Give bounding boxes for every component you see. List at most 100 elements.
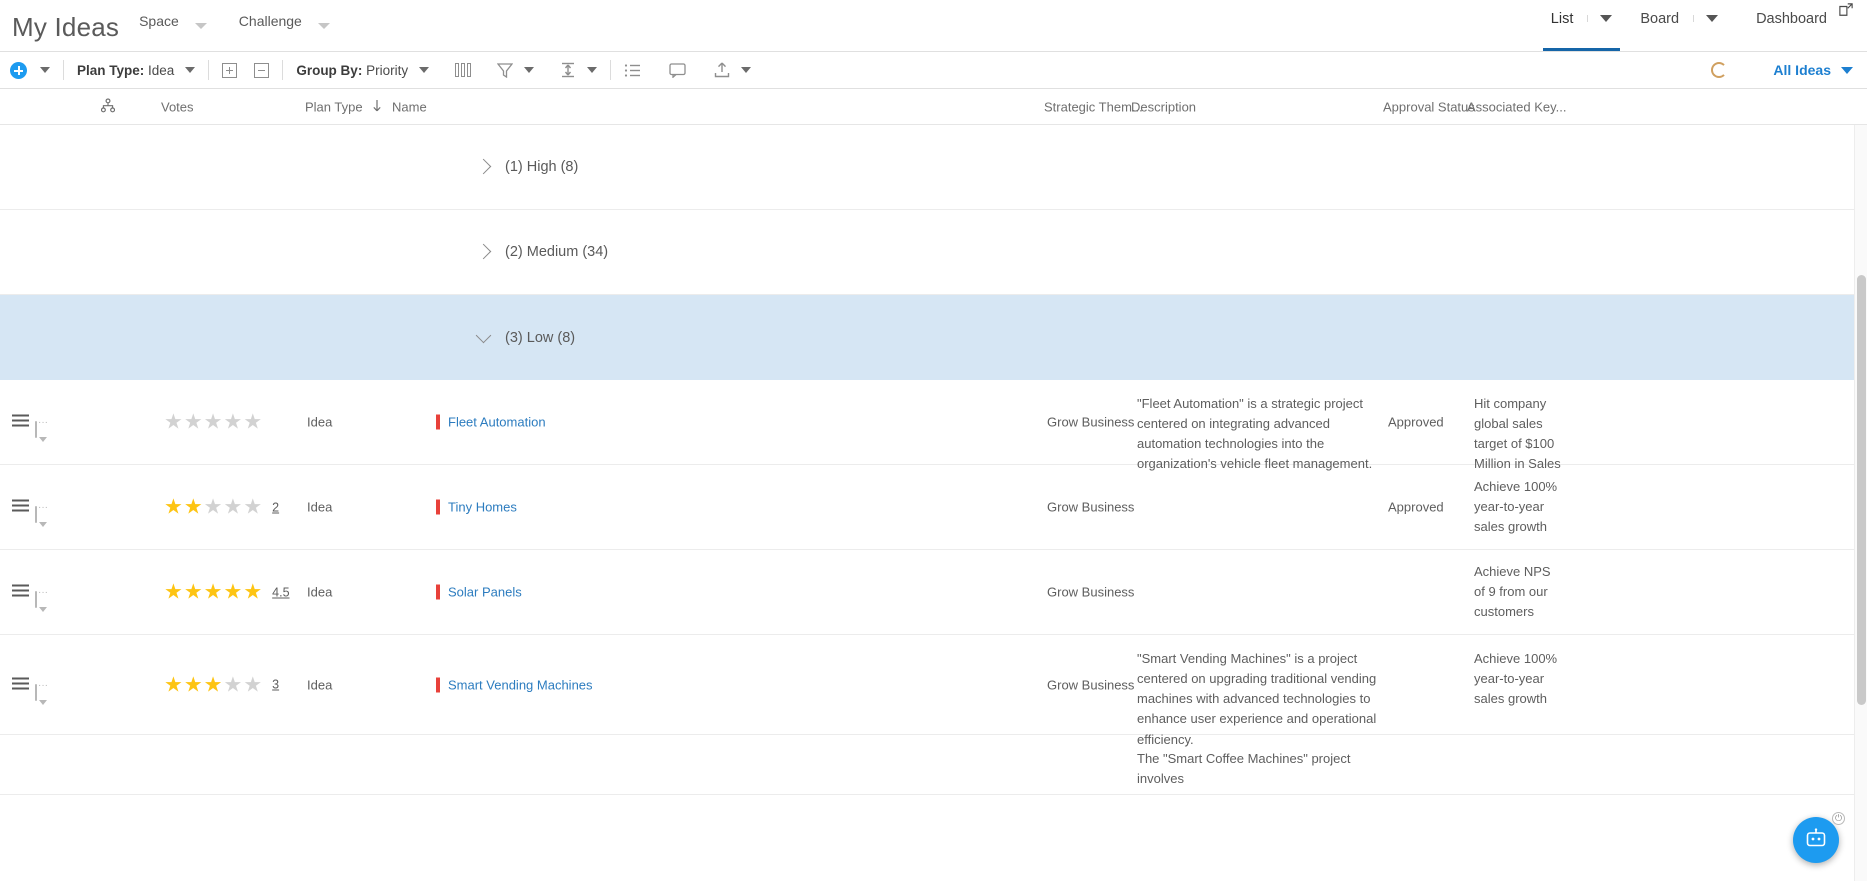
toolbar-divider: [208, 60, 210, 80]
column-header-approval-status[interactable]: Approval Status: [1383, 99, 1475, 114]
hierarchy-icon[interactable]: [100, 97, 116, 115]
numbered-list-button[interactable]: [624, 63, 641, 78]
cell-key-result: Hit company global sales target of $100 …: [1474, 396, 1561, 472]
view-filter-label: All Ideas: [1773, 62, 1831, 78]
rating-value[interactable]: 2: [272, 500, 279, 514]
hamburger-menu-icon[interactable]: [12, 584, 29, 600]
star-icon: ★: [203, 673, 223, 696]
grid-body: (1) High (8) (2) Medium (34) (3) Low (8)…: [0, 125, 1867, 881]
row-height-button[interactable]: [560, 62, 598, 78]
expand-all-button[interactable]: [222, 62, 238, 78]
table-row[interactable]: ★ ★ ★ ★ ★ 3 Idea Smart Vending Machines …: [0, 635, 1867, 747]
breadcrumb: Space Challenge: [139, 13, 330, 51]
cell-strategic-theme: Grow Business: [1047, 414, 1135, 430]
export-button[interactable]: [714, 62, 752, 78]
add-dropdown-button[interactable]: [40, 67, 50, 73]
plan-type-value: Idea: [148, 62, 175, 78]
chevron-down-icon[interactable]: [194, 23, 207, 29]
hamburger-menu-icon[interactable]: [12, 677, 29, 692]
tab-board-dropdown[interactable]: [1693, 15, 1732, 22]
chevron-right-icon: [475, 158, 492, 175]
refresh-spinner-icon[interactable]: [1711, 62, 1727, 78]
add-button[interactable]: [10, 61, 27, 79]
star-icon: ★: [183, 580, 203, 604]
assistant-chat-button[interactable]: [1793, 817, 1839, 863]
cell-key-result: Achieve NPS of 9 from our customers: [1474, 563, 1551, 620]
cell-name-label: Tiny Homes: [448, 499, 517, 515]
cell-strategic-theme: Grow Business: [1047, 499, 1135, 515]
comment-icon[interactable]: [35, 683, 37, 701]
sort-desc-arrow-icon[interactable]: [371, 99, 383, 115]
vertical-scrollbar-thumb[interactable]: [1857, 275, 1866, 705]
filter-icon: [497, 62, 514, 78]
chevron-down-icon: [419, 67, 430, 73]
comment-icon[interactable]: [35, 421, 37, 438]
view-filter-button[interactable]: All Ideas: [1773, 62, 1853, 78]
comment-icon[interactable]: [35, 506, 37, 523]
group-by-label: Group By:: [296, 62, 363, 78]
priority-bar-icon: [436, 677, 440, 692]
star-icon: ★: [164, 495, 183, 519]
columns-button[interactable]: [455, 63, 472, 77]
tab-board[interactable]: Board: [1626, 0, 1732, 51]
vertical-scrollbar[interactable]: [1854, 125, 1867, 881]
column-header-name[interactable]: Name: [392, 99, 427, 114]
tab-list[interactable]: List: [1537, 0, 1627, 51]
comment-icon[interactable]: [35, 591, 37, 608]
rating-value[interactable]: 4.5: [272, 585, 289, 599]
comment-icon: [669, 62, 686, 78]
plan-type-filter[interactable]: Plan Type: Idea: [77, 62, 196, 78]
chevron-down-icon: [1841, 66, 1853, 74]
group-by-filter[interactable]: Group By: Priority: [296, 62, 430, 78]
table-row[interactable]: ★ ★ ★ ★ ★ Idea Fleet Automation Grow Bus…: [0, 380, 1867, 471]
comment-button[interactable]: [669, 62, 686, 78]
cell-name-link[interactable]: Tiny Homes: [436, 499, 517, 515]
hamburger-menu-icon[interactable]: [12, 414, 29, 430]
breadcrumb-space[interactable]: Space: [139, 13, 207, 29]
table-row[interactable]: ★ ★ ★ ★ ★ 2 Idea Tiny Homes Grow Busines…: [0, 465, 1867, 550]
cell-name-link[interactable]: Smart Vending Machines: [436, 677, 593, 692]
priority-bar-icon: [436, 584, 440, 600]
table-row[interactable]: The "Smart Coffee Machines" project invo…: [0, 735, 1867, 795]
group-row-low[interactable]: (3) Low (8): [0, 295, 1867, 380]
chevron-down-icon[interactable]: [317, 23, 330, 29]
cell-strategic-theme: Grow Business: [1047, 584, 1135, 600]
cell-strategic-theme: Grow Business: [1047, 677, 1135, 692]
votes-rating[interactable]: ★ ★ ★ ★ ★ 2: [164, 497, 279, 518]
star-icon: ★: [223, 495, 243, 519]
star-icon: ★: [164, 580, 183, 604]
power-icon[interactable]: ⏻: [1832, 812, 1845, 825]
tab-list-dropdown[interactable]: [1587, 15, 1626, 22]
filter-button[interactable]: [497, 62, 535, 78]
breadcrumb-challenge[interactable]: Challenge: [239, 13, 330, 29]
column-header-strategic-theme[interactable]: Strategic Them...: [1044, 99, 1143, 114]
assistant-chat-icon: [1806, 828, 1826, 847]
open-in-new-icon[interactable]: [1839, 3, 1853, 17]
chevron-down-icon: [475, 327, 492, 343]
votes-rating[interactable]: ★ ★ ★ ★ ★ 3: [164, 674, 279, 695]
cell-plan-type: Idea: [307, 499, 333, 515]
column-header-row: Votes Plan Type Name Strategic Them... D…: [0, 89, 1867, 125]
cell-name-link[interactable]: Solar Panels: [436, 584, 522, 600]
star-icon: ★: [183, 673, 203, 696]
column-header-plan-type[interactable]: Plan Type: [305, 99, 363, 114]
group-row-low-label: (3) Low (8): [505, 329, 576, 346]
star-icon: ★: [183, 410, 203, 434]
collapse-all-button[interactable]: [254, 62, 270, 78]
breadcrumb-challenge-label: Challenge: [238, 13, 302, 29]
column-header-associated-key-results[interactable]: Associated Key...: [1467, 99, 1566, 114]
group-row-high[interactable]: (1) High (8): [0, 125, 1867, 210]
group-row-medium[interactable]: (2) Medium (34): [0, 210, 1867, 295]
votes-rating[interactable]: ★ ★ ★ ★ ★: [164, 412, 262, 433]
cell-name-link[interactable]: Fleet Automation: [436, 414, 546, 430]
hamburger-menu-icon[interactable]: [12, 499, 29, 515]
toolbar-divider: [63, 60, 64, 80]
cell-approval-status: Approved: [1388, 499, 1444, 515]
star-icon: ★: [243, 580, 263, 604]
column-header-votes[interactable]: Votes: [161, 99, 194, 114]
rating-value[interactable]: 3: [272, 678, 279, 692]
cell-name-label: Solar Panels: [448, 584, 522, 600]
votes-rating[interactable]: ★ ★ ★ ★ ★ 4.5: [164, 582, 290, 603]
table-row[interactable]: ★ ★ ★ ★ ★ 4.5 Idea Solar Panels Grow Bus…: [0, 550, 1867, 635]
column-header-description[interactable]: Description: [1131, 99, 1196, 114]
